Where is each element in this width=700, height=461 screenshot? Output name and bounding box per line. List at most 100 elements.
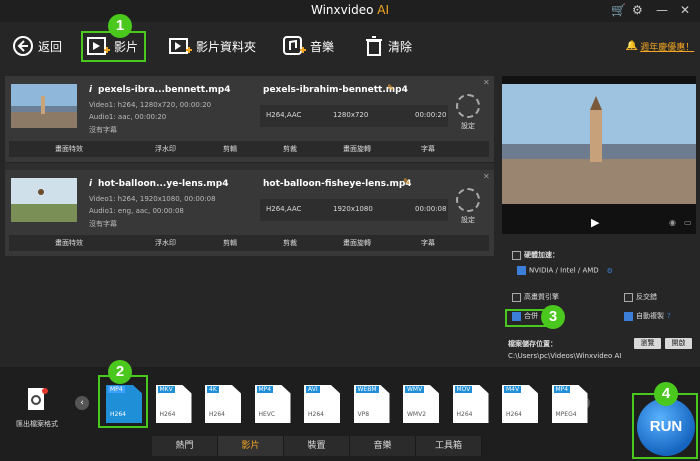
- gear-icon[interactable]: ⚙: [607, 267, 613, 275]
- remove-file-icon[interactable]: ✕: [483, 78, 490, 87]
- output-format-summary: H264,AAC 1280x720 00:00:20: [260, 105, 448, 127]
- auto-copy-row[interactable]: 自動複製?: [624, 311, 671, 321]
- tab-toolbox[interactable]: 工具箱: [416, 436, 482, 456]
- format-item[interactable]: MKV H264: [155, 385, 192, 423]
- back-arrow-icon: [13, 36, 33, 56]
- format-item[interactable]: WMV WMV2: [403, 385, 439, 423]
- subtitle-button[interactable]: 字幕: [421, 238, 435, 248]
- deinterlace-row[interactable]: 反交錯: [624, 292, 657, 302]
- promo-link[interactable]: 🔔 週年慶優惠！: [626, 34, 694, 58]
- edit-pencil-icon[interactable]: ✎: [387, 84, 395, 94]
- open-folder-button[interactable]: 開啟: [665, 338, 692, 349]
- hw-options-label: NVIDIA / Intel / AMD: [529, 266, 599, 275]
- output-resolution: 1280x720: [333, 111, 369, 119]
- clear-button[interactable]: 清除: [364, 34, 412, 58]
- hq-engine-checkbox[interactable]: [512, 292, 521, 302]
- clear-label: 清除: [388, 39, 413, 54]
- settings-label[interactable]: 設定: [456, 121, 480, 131]
- hq-engine-label: 高畫質引擎: [524, 293, 559, 301]
- format-item[interactable]: MOV H264: [452, 385, 489, 423]
- browse-button[interactable]: 瀏覽: [634, 338, 661, 349]
- format-item[interactable]: MP4 MPEG4: [551, 385, 588, 423]
- video-track: Video1: h264, 1280x720, 00:00:20: [89, 101, 212, 109]
- output-path[interactable]: C:\Users\pc\Videos\Winxvideo AI: [508, 352, 621, 360]
- close-icon[interactable]: ✕: [680, 3, 690, 17]
- effects-button[interactable]: 畫面特效: [55, 238, 83, 248]
- folder-label: 影片資料夾: [196, 39, 257, 54]
- cart-icon[interactable]: 🛒: [611, 3, 626, 17]
- format-codec: H264: [159, 411, 176, 418]
- minimize-icon[interactable]: —: [656, 3, 668, 17]
- hw-accel-checkbox[interactable]: [512, 250, 521, 260]
- subtitle-track: 沒有字幕: [89, 126, 117, 134]
- gear-icon[interactable]: ⚙: [632, 3, 643, 17]
- tab-popular[interactable]: 熱門: [152, 436, 218, 456]
- trim-button[interactable]: 剪輯: [223, 144, 237, 154]
- tab-music[interactable]: 音樂: [350, 436, 416, 456]
- hw-accel-row[interactable]: 硬體加速：: [512, 250, 559, 260]
- document-gear-icon: [28, 388, 48, 410]
- app-window: Winxvideo AI 🛒 ⚙ — ✕ 返回 影片 影片資料夾 音樂 清除 🔔…: [0, 0, 700, 461]
- hq-engine-row[interactable]: 高畫質引擎: [512, 292, 559, 302]
- format-item[interactable]: AVI H264: [304, 385, 340, 423]
- format-item[interactable]: MP4 HEVC: [254, 385, 291, 423]
- file-card[interactable]: i hot-balloon...ye-lens.mp4 Video1: h264…: [5, 170, 494, 257]
- hw-options-checkbox[interactable]: [517, 266, 526, 275]
- trash-icon: [366, 36, 382, 56]
- settings-label[interactable]: 設定: [456, 215, 480, 225]
- music-add-icon: [283, 36, 306, 55]
- add-music-button[interactable]: 音樂: [282, 34, 334, 58]
- auto-copy-checkbox[interactable]: [624, 311, 633, 321]
- play-icon[interactable]: ▶: [591, 216, 599, 229]
- effects-button[interactable]: 畫面特效: [55, 144, 83, 154]
- rotate-button[interactable]: 畫面旋轉: [343, 238, 371, 248]
- crop-button[interactable]: 剪裁: [283, 238, 297, 248]
- tab-device[interactable]: 裝置: [284, 436, 350, 456]
- step-badge-3: 3: [541, 305, 565, 329]
- back-button[interactable]: 返回: [12, 34, 62, 58]
- step-badge-2: 2: [108, 360, 132, 384]
- info-icon[interactable]: i: [89, 85, 92, 95]
- format-container: M4V: [504, 386, 522, 393]
- remove-file-icon[interactable]: ✕: [483, 172, 490, 181]
- info-icon[interactable]: i: [89, 179, 92, 189]
- help-icon[interactable]: ?: [667, 312, 671, 320]
- hw-accel-label: 硬體加速：: [524, 251, 559, 259]
- codec-settings-icon[interactable]: [456, 188, 480, 212]
- file-card[interactable]: i pexels-ibra...bennett.mp4 Video1: h264…: [5, 76, 494, 163]
- output-format-summary: H264,AAC 1920x1080 00:00:08: [260, 199, 448, 221]
- crop-button[interactable]: 剪裁: [283, 144, 297, 154]
- format-container: MKV: [157, 386, 175, 393]
- export-profile-button[interactable]: 匯出檔案格式: [12, 387, 62, 429]
- format-item[interactable]: 4K H264: [205, 385, 241, 423]
- format-container: MP4: [256, 386, 274, 393]
- output-filename[interactable]: hot-balloon-fisheye-lens.mp4: [263, 179, 412, 189]
- folder-icon[interactable]: ▭: [684, 218, 692, 227]
- rotate-button[interactable]: 畫面旋轉: [343, 144, 371, 154]
- step-badge-4: 4: [654, 382, 678, 406]
- format-container: MP4: [553, 386, 571, 393]
- add-folder-button[interactable]: 影片資料夾: [168, 34, 256, 58]
- trim-button[interactable]: 剪輯: [223, 238, 237, 248]
- watermark-button[interactable]: 浮水印: [155, 238, 176, 248]
- tab-video[interactable]: 影片: [218, 436, 284, 456]
- edit-pencil-icon[interactable]: ✎: [403, 178, 411, 188]
- watermark-button[interactable]: 浮水印: [155, 144, 176, 154]
- video-thumbnail[interactable]: [11, 178, 77, 222]
- run-button[interactable]: RUN: [637, 398, 695, 456]
- subtitle-button[interactable]: 字幕: [421, 144, 435, 154]
- camera-icon[interactable]: ◉: [669, 218, 676, 227]
- format-codec: VP8: [357, 411, 370, 418]
- format-item[interactable]: WEBM VP8: [353, 385, 390, 423]
- format-container: WMV: [405, 386, 425, 393]
- chevron-left-icon[interactable]: ‹: [75, 396, 89, 410]
- format-container: WEBM: [355, 386, 379, 393]
- audio-track: Audio1: aac, 00:00:20: [89, 113, 167, 121]
- source-filename: pexels-ibra...bennett.mp4: [98, 85, 231, 95]
- codec-settings-icon[interactable]: [456, 94, 480, 118]
- music-label: 音樂: [310, 39, 335, 54]
- video-thumbnail[interactable]: [11, 84, 77, 128]
- hw-options-row[interactable]: NVIDIA / Intel / AMD ⚙: [517, 266, 613, 275]
- deinterlace-checkbox[interactable]: [624, 292, 633, 302]
- format-item[interactable]: M4V H264: [502, 385, 538, 423]
